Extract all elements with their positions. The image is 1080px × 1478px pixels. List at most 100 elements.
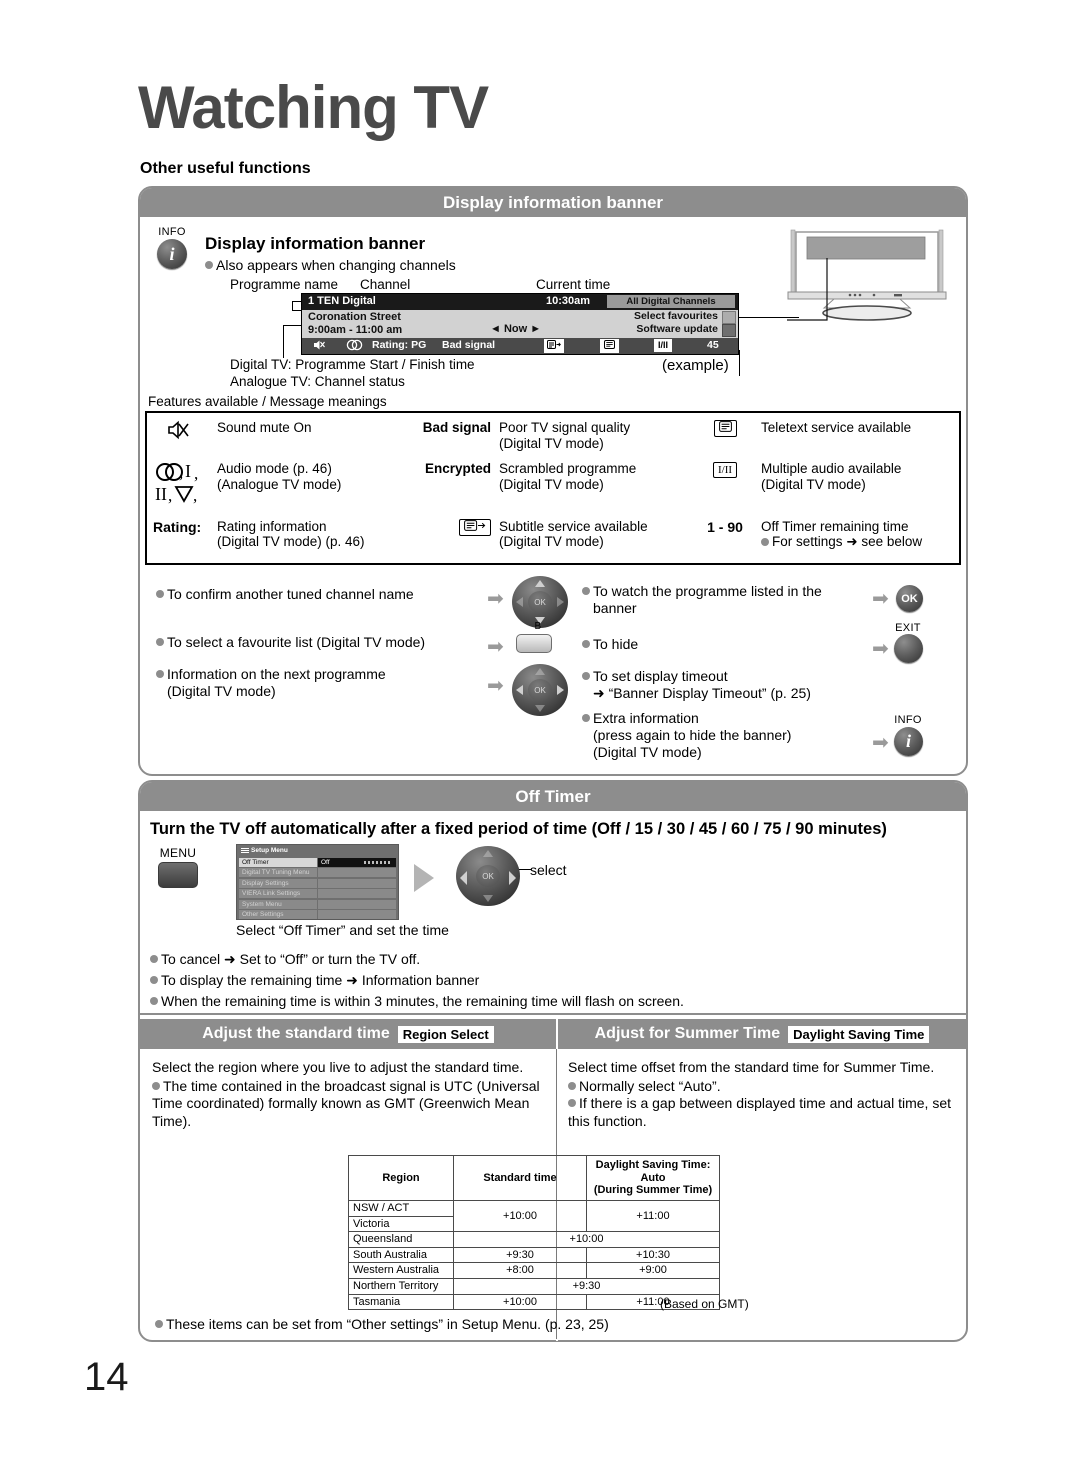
region-northern-territory: Northern Territory [348,1278,454,1295]
ok-button[interactable]: OK [896,585,923,612]
callout-line-example-v [739,350,740,376]
setup-menu-mock: Setup Menu Off Timer Off Digital TV Tuni… [236,844,399,920]
feature-right-text-2: Off Timer remaining time For settings ➜ s… [761,518,923,550]
subtitle-icon [391,515,495,556]
dpad-left-icon[interactable] [516,597,523,607]
table-row: Sound mute On Bad signal Poor TV signal … [145,416,961,457]
region-western-australia: Western Australia [348,1262,454,1280]
dst-nsw-vic: +11:00 [586,1199,720,1233]
feature-mid-text-1: Scrambled programme (Digital TV mode) [499,461,637,492]
menu-button[interactable] [158,862,198,888]
features-table-top-border [145,411,961,413]
standard-western-australia: +8:00 [453,1262,587,1280]
instruction-hide: To hide [582,636,638,653]
banner-row-programme: Coronation Street 9:00am - 11:00 am ◄ No… [302,310,738,338]
bullet-icon [150,976,158,985]
region-victoria: Victoria [348,1215,454,1233]
bullet-icon [582,640,590,649]
region-south-australia: South Australia [348,1246,454,1264]
feature-left-text-2: Rating information (Digital TV mode) (p. … [217,518,365,550]
callout-programme-name: Programme name [230,277,339,292]
right-column-body: Select time offset from the standard tim… [568,1059,960,1130]
callout-channel: Channel [360,277,411,292]
setup-menu-row-system-menu[interactable]: System Menu [239,899,396,909]
b-button[interactable] [516,634,552,653]
arrow-icon [414,864,434,892]
slider-dots-icon [364,860,392,864]
dpad-right-icon[interactable] [557,685,564,695]
banner-off-timer-value: 45 [707,339,719,351]
info-button[interactable]: i [894,727,923,756]
banner-heading-group: Display information banner Also appears … [205,234,456,273]
dpad-leftright-control[interactable]: OK [512,664,568,716]
instruction-display-timeout: To set display timeout ➜ “Banner Display… [582,668,882,702]
setup-menu-row-digital-tuning[interactable]: Digital TV Tuning Menu [239,868,396,877]
dpad-down-icon[interactable] [483,895,493,902]
bullet-icon [150,955,158,964]
dpad-right-icon[interactable] [557,597,564,607]
dpad-up-icon[interactable] [483,850,493,857]
menu-button-group[interactable]: MENU [152,846,204,888]
svg-text:,: , [193,486,197,505]
off-timer-notes: To cancel ➜ Set to “Off” or turn the TV … [150,949,684,1012]
features-table-bottom-border [145,563,961,565]
standard-northern-territory: +9:30 [453,1278,720,1295]
dpad-up-icon[interactable] [535,580,545,587]
instruction-watch-programme: To watch the programme listed in the ban… [582,583,872,617]
callout-line-right [739,317,799,318]
callout-line-times-h [283,325,302,326]
now-right-arrow-icon: ► [530,323,542,335]
ok-icon[interactable]: OK [528,679,552,701]
bullet-icon [156,670,164,679]
page-number: 14 [84,1355,129,1399]
gmt-note: (Based on GMT) [660,1297,749,1311]
setup-menu-row-other-settings[interactable]: Other Settings [239,910,396,919]
exit-label: EXIT [895,622,921,634]
svg-text:,: , [179,463,183,482]
list-item: When the remaining time is within 3 minu… [150,991,684,1012]
exit-button[interactable] [894,634,923,663]
tv-illustration [782,228,952,326]
sound-mute-icon [145,416,213,457]
standard-nsw-vic: +10:00 [453,1199,587,1233]
svg-text:I: I [185,461,191,481]
callout-example: (example) [662,357,729,374]
dpad-right-icon[interactable] [509,871,516,885]
dpad-left-icon[interactable] [516,685,523,695]
feature-mid-text-0: Poor TV signal quality (Digital TV mode) [499,420,631,451]
standard-south-australia: +9:30 [453,1246,587,1264]
feature-mid-text-2: Subtitle service available (Digital TV mo… [499,518,648,550]
adjust-standard-time-header: Adjust the standard time Region Select [140,1019,556,1049]
arrow-icon: ➡ [872,638,889,660]
ok-icon[interactable]: OK [528,591,552,613]
footnote: These items can be set from “Other setti… [155,1316,609,1332]
list-item: To display the remaining time ➜ Informat… [150,970,684,991]
banner-programme-name: Coronation Street [308,311,401,323]
setup-menu-row-viera-link[interactable]: VIERA Link Settings [239,889,396,898]
dpad-select-control[interactable]: OK [456,846,520,906]
dpad-left-icon[interactable] [460,871,467,885]
tv-info-banner-mock: 1 TEN Digital 10:30am All Digital Channe… [301,293,739,355]
feature-mid-label-0: Bad signal [422,420,491,435]
info-button-graphic[interactable]: INFO i [152,226,192,269]
section-header-display-banner: Display information banner [140,188,966,217]
bullet-icon [582,672,590,681]
standard-tasmania: +10:00 [453,1293,587,1311]
setup-menu-row-off-timer[interactable]: Off Timer Off [239,857,396,867]
setup-menu-row-display-settings[interactable]: Display Settings [239,878,396,888]
table-row: , I , II , , Audio mode (p. 46) (Analogue… [145,457,961,515]
dpad-down-icon[interactable] [535,705,545,712]
standard-queensland: +10:00 [453,1231,720,1248]
info-icon[interactable]: i [157,239,187,269]
callout-analogue-line: Analogue TV: Channel status [230,374,405,389]
setup-menu-caption: Select “Off Timer” and set the time [236,922,449,938]
bullet-icon [568,1099,576,1108]
page-title: Watching TV [138,74,489,141]
banner-now-indicator: ◄ Now ► [490,323,541,335]
ok-icon[interactable]: OK [476,865,500,887]
dpad-up-icon[interactable] [535,668,545,675]
bullet-icon [150,997,158,1006]
table-row: South Australia +9:30 +10:30 [348,1246,720,1264]
list-item: Normally select “Auto”. [568,1078,960,1096]
b-button-group[interactable]: B [518,621,558,632]
